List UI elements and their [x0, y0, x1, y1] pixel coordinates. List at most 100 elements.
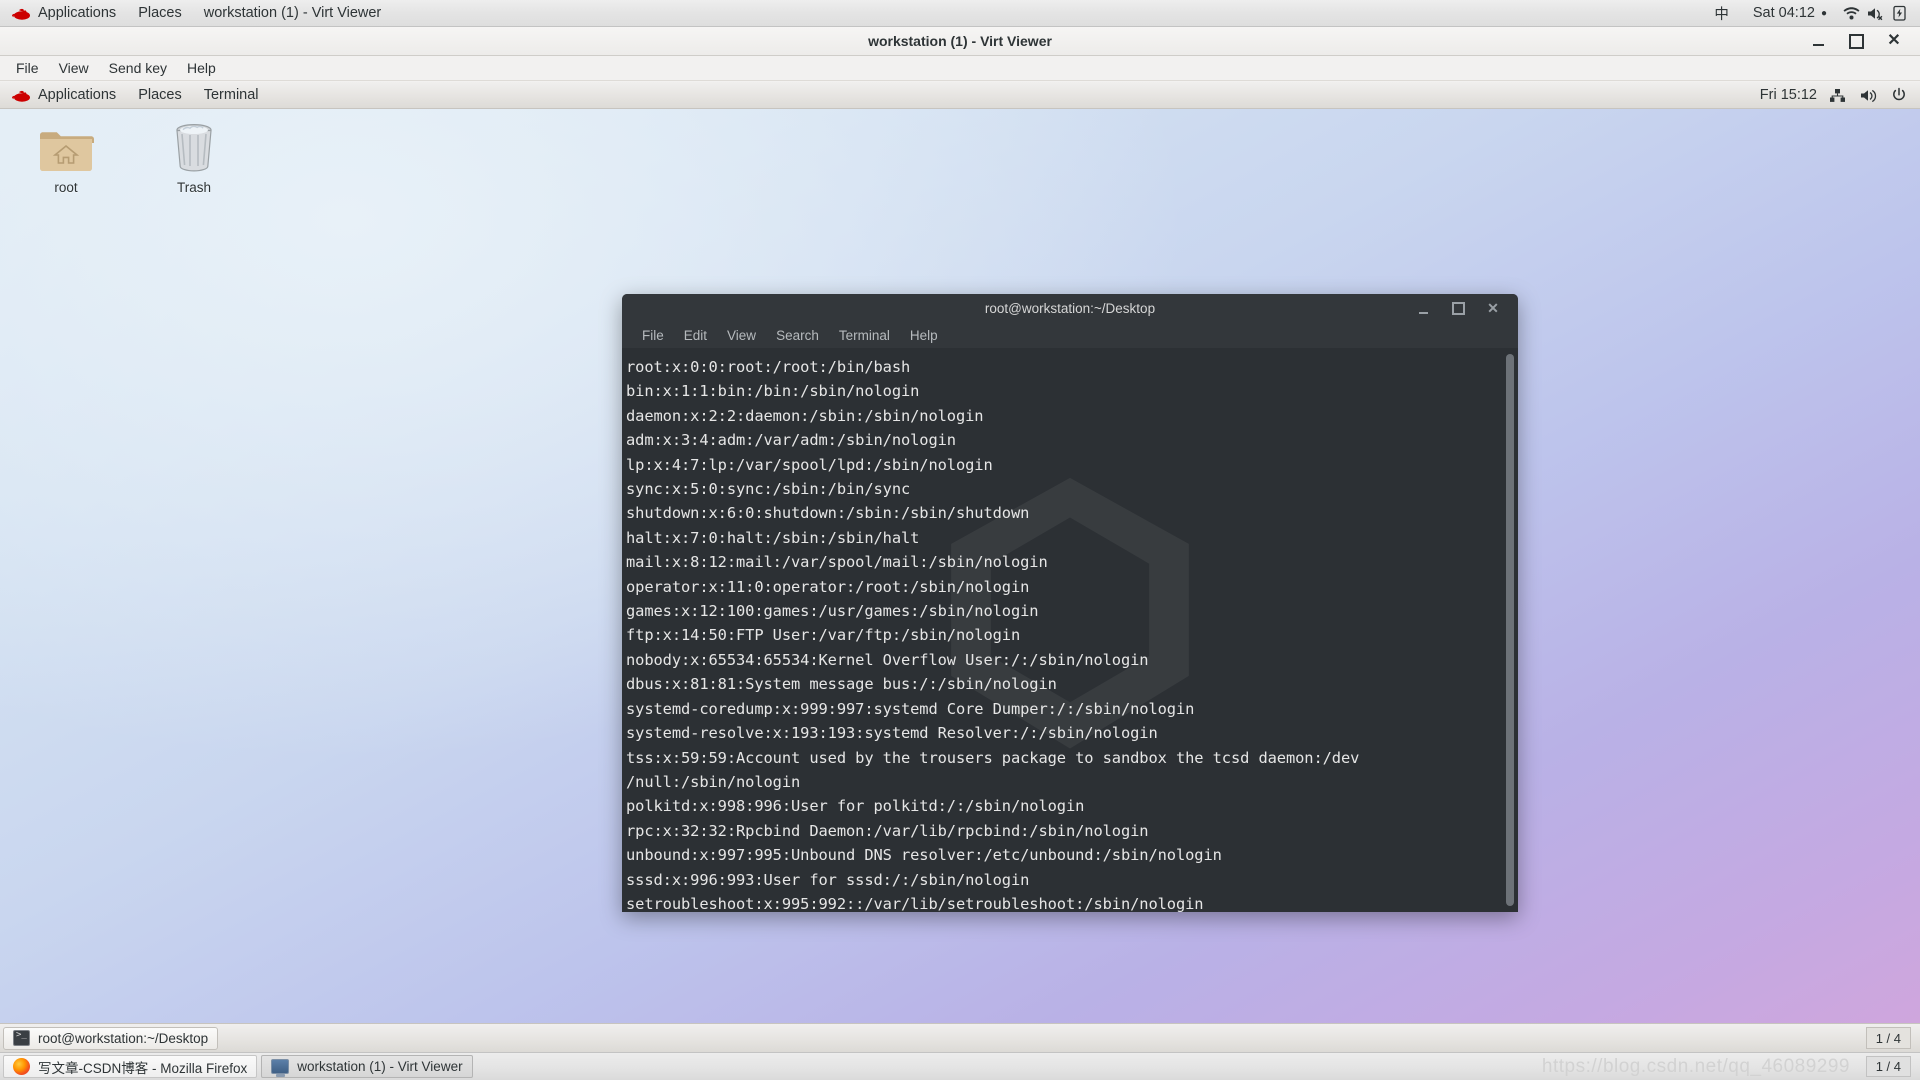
guest-task-terminal[interactable]: root@workstation:~/Desktop	[3, 1026, 219, 1050]
power-icon[interactable]	[1888, 84, 1910, 106]
host-clock-dot: ●	[1820, 7, 1827, 19]
terminal-body[interactable]: root:x:0:0:root:/root:/bin/bash bin:x:1:1…	[622, 348, 1518, 912]
guest-places-menu[interactable]: Places	[127, 82, 193, 109]
terminal-line: systemd-coredump:x:999:997:systemd Core …	[626, 699, 1195, 718]
terminal-line: dbus:x:81:81:System message bus:/:/sbin/…	[626, 675, 1057, 694]
guest-screen: Applications Places Terminal Fri 15:12 r…	[0, 82, 1920, 1052]
host-applications-label: Applications	[38, 5, 117, 21]
terminal-icon	[13, 1030, 30, 1046]
guest-clock[interactable]: Fri 15:12	[1760, 87, 1817, 103]
guest-desktop-wallpaper: root Trash root@workstation:~/Desktop ✕ …	[0, 109, 1920, 1023]
terminal-line: polkitd:x:998:996:User for polkitd:/:/sb…	[626, 797, 1085, 816]
terminal-menu-file[interactable]: File	[632, 322, 674, 348]
virt-viewer-menubar: File View Send key Help	[0, 56, 1920, 81]
home-folder-icon	[40, 132, 94, 171]
terminal-titlebar[interactable]: root@workstation:~/Desktop ✕	[622, 294, 1518, 322]
terminal-line: bin:x:1:1:bin:/bin:/sbin/nologin	[626, 382, 920, 401]
terminal-line: lp:x:4:7:lp:/var/spool/lpd:/sbin/nologin	[626, 455, 993, 474]
host-active-window-title[interactable]: workstation (1) - Virt Viewer	[193, 0, 393, 27]
host-places-label: Places	[138, 5, 182, 21]
terminal-line: ftp:x:14:50:FTP User:/var/ftp:/sbin/nolo…	[626, 626, 1021, 645]
terminal-menu-view[interactable]: View	[717, 322, 766, 348]
terminal-output: root:x:0:0:root:/root:/bin/bash bin:x:1:1…	[626, 355, 1496, 912]
desktop-icon-trash[interactable]: Trash	[148, 121, 240, 195]
host-taskbar: 写文章-CSDN博客 - Mozilla Firefox workstation…	[0, 1052, 1920, 1080]
guest-terminal-menu[interactable]: Terminal	[193, 82, 270, 109]
menu-send-key[interactable]: Send key	[99, 56, 177, 81]
terminal-line: tss:x:59:59:Account used by the trousers…	[626, 748, 1360, 767]
terminal-window: root@workstation:~/Desktop ✕ File Edit V…	[622, 294, 1518, 912]
display-icon	[271, 1059, 290, 1077]
desktop-icon-root[interactable]: root	[20, 127, 112, 195]
terminal-line: unbound:x:997:995:Unbound DNS resolver:/…	[626, 846, 1222, 865]
close-button[interactable]: ✕	[1886, 33, 1902, 49]
virt-viewer-titlebar[interactable]: workstation (1) - Virt Viewer ✕	[0, 27, 1920, 56]
host-active-window-label: workstation (1) - Virt Viewer	[203, 5, 382, 21]
host-task-virt-viewer-label: workstation (1) - Virt Viewer	[297, 1059, 463, 1074]
network-icon[interactable]	[1826, 84, 1848, 106]
trash-can-icon	[176, 123, 212, 172]
host-clock-label: Sat 04:12	[1752, 5, 1815, 21]
guest-applications-label: Applications	[38, 87, 117, 103]
wifi-icon[interactable]	[1840, 2, 1862, 24]
terminal-title: root@workstation:~/Desktop	[984, 300, 1156, 316]
maximize-button[interactable]	[1848, 33, 1864, 49]
guest-workspace-indicator[interactable]: 1 / 4	[1865, 1027, 1911, 1049]
guest-panel-tray: Fri 15:12	[1760, 82, 1920, 109]
terminal-line: mail:x:8:12:mail:/var/spool/mail:/sbin/n…	[626, 553, 1048, 572]
terminal-line: /null:/sbin/nologin	[626, 772, 801, 791]
terminal-line: nobody:x:65534:65534:Kernel Overflow Use…	[626, 650, 1149, 669]
virt-viewer-window: workstation (1) - Virt Viewer ✕ File Vie…	[0, 27, 1920, 1052]
terminal-maximize-button[interactable]	[1447, 297, 1469, 319]
host-clock[interactable]: Sat 04:12 ●	[1742, 0, 1838, 27]
minimize-button[interactable]	[1810, 33, 1826, 49]
guest-applications-menu[interactable]: Applications	[0, 82, 127, 109]
terminal-scrollbar[interactable]	[1504, 352, 1515, 908]
terminal-menu-edit[interactable]: Edit	[674, 322, 717, 348]
terminal-menu-help[interactable]: Help	[900, 322, 948, 348]
terminal-line: root:x:0:0:root:/root:/bin/bash	[626, 358, 911, 376]
volume-icon[interactable]	[1857, 84, 1879, 106]
redhat-logo-icon	[11, 6, 31, 21]
virt-viewer-window-controls: ✕	[1810, 33, 1920, 49]
desktop-icon-root-label: root	[54, 180, 78, 195]
terminal-menubar: File Edit View Search Terminal Help	[622, 322, 1518, 348]
terminal-line: sync:x:5:0:sync:/sbin:/bin/sync	[626, 480, 911, 499]
input-method-indicator[interactable]: 中	[1703, 0, 1740, 27]
guest-task-terminal-label: root@workstation:~/Desktop	[38, 1030, 209, 1046]
terminal-line: games:x:12:100:games:/usr/games:/sbin/no…	[626, 602, 1039, 621]
terminal-scrollbar-thumb[interactable]	[1506, 354, 1514, 906]
host-task-virt-viewer[interactable]: workstation (1) - Virt Viewer	[261, 1055, 473, 1078]
host-panel-tray: 中 Sat 04:12 ●	[1703, 0, 1920, 27]
terminal-close-button[interactable]: ✕	[1482, 297, 1504, 319]
terminal-line: operator:x:11:0:operator:/root:/sbin/nol…	[626, 577, 1030, 596]
terminal-line: adm:x:3:4:adm:/var/adm:/sbin/nologin	[626, 431, 956, 450]
desktop-icon-trash-label: Trash	[176, 180, 211, 195]
volume-muted-icon[interactable]	[1864, 2, 1886, 24]
terminal-line: sssd:x:996:993:User for sssd:/:/sbin/nol…	[626, 870, 1030, 889]
menu-view[interactable]: View	[49, 56, 99, 81]
terminal-line: systemd-resolve:x:193:193:systemd Resolv…	[626, 724, 1158, 743]
guest-taskbar: root@workstation:~/Desktop 1 / 4	[0, 1023, 1920, 1052]
host-workspace-indicator[interactable]: 1 / 4	[1865, 1056, 1911, 1077]
host-workspace-label: 1 / 4	[1875, 1059, 1901, 1074]
terminal-line: halt:x:7:0:halt:/sbin:/sbin/halt	[626, 528, 920, 547]
terminal-menu-terminal[interactable]: Terminal	[829, 322, 900, 348]
input-method-label: 中	[1714, 6, 1729, 23]
guest-places-label: Places	[138, 87, 182, 103]
terminal-minimize-button[interactable]	[1412, 297, 1434, 319]
host-task-firefox-label: 写文章-CSDN博客 - Mozilla Firefox	[38, 1060, 248, 1076]
host-top-panel: Applications Places workstation (1) - Vi…	[0, 0, 1920, 27]
menu-file[interactable]: File	[6, 56, 49, 81]
terminal-line: rpc:x:32:32:Rpcbind Daemon:/var/lib/rpcb…	[626, 821, 1149, 840]
host-task-firefox[interactable]: 写文章-CSDN博客 - Mozilla Firefox	[3, 1055, 258, 1078]
menu-help[interactable]: Help	[177, 56, 226, 81]
guest-terminal-label: Terminal	[203, 87, 259, 103]
host-places-menu[interactable]: Places	[127, 0, 193, 27]
firefox-icon	[13, 1058, 30, 1075]
guest-top-panel: Applications Places Terminal Fri 15:12	[0, 82, 1920, 109]
terminal-line: shutdown:x:6:0:shutdown:/sbin:/sbin/shut…	[626, 504, 1030, 523]
terminal-menu-search[interactable]: Search	[766, 322, 829, 348]
host-applications-menu[interactable]: Applications	[0, 0, 127, 27]
battery-charging-icon[interactable]	[1888, 2, 1910, 24]
